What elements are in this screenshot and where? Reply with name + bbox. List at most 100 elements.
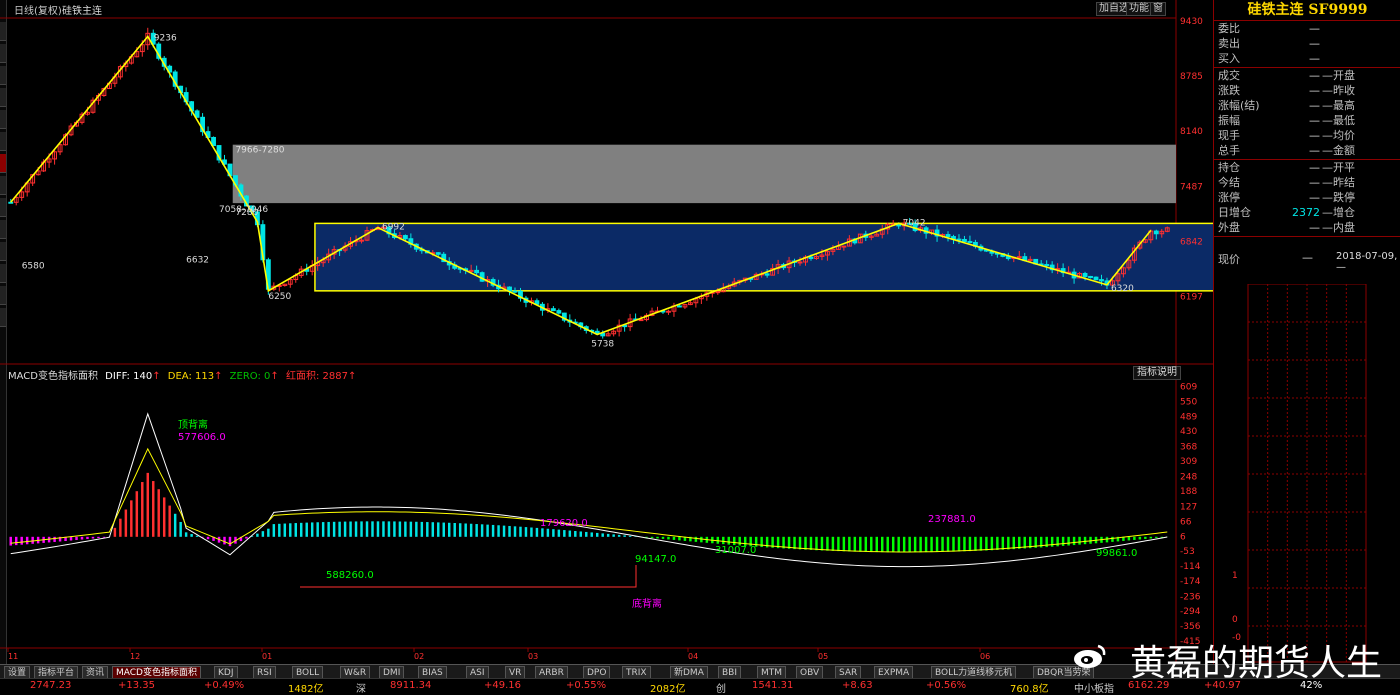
macd-tick-label: 489 [1180,412,1197,422]
dea-value: DEA: 113 [167,371,215,382]
quote-value: — [1309,129,1320,142]
x-tick-label: 12 [130,652,140,661]
indicator-explain-button[interactable]: 指标说明 [1133,366,1181,380]
quote-panel: 硅铁主连 SF9999 委比 — 卖出 — 买入 — 成交 — —开盘 涨跌 — —昨收 涨幅(结) — —… [1213,0,1400,664]
quote-label: 日增仓 [1218,206,1251,219]
macd-annotation: 577606.0 [178,432,226,443]
quote-value: — [1309,114,1320,127]
candle-body [1093,276,1099,281]
quote-label: 振幅 [1218,114,1240,127]
candle-body [677,305,682,308]
current-price-date: 2018-07-09,— [1336,251,1398,273]
price-annotation: 6250 [268,292,291,302]
macd-tick-label: 609 [1180,383,1197,393]
zero-value: ZERO: 0 [229,371,271,382]
macd-tick-label: 430 [1180,427,1197,437]
weibo-logo-icon [1074,644,1106,668]
candle-body [638,319,644,322]
quote-row: 持仓 — —开平 [1214,160,1400,175]
quote-value: — [1309,221,1320,234]
x-tick-label: 03 [528,652,538,661]
candle-body [402,235,408,240]
quote-value: — [1309,84,1320,97]
macd-tick-label: -236 [1180,592,1201,602]
status-item: +49.16 [484,680,522,691]
price-annotation: 6992 [382,223,405,233]
price-tick-label: 6842 [1180,237,1203,247]
macd-annotation: 94147.0 [635,554,676,565]
quote-row: 涨跌 — —昨收 [1214,83,1400,98]
price-annotation: 7966-7280 [235,146,284,156]
price-annotation: 6580 [22,262,45,272]
quote-label: 持仓 [1218,161,1240,174]
candle-body [841,245,847,248]
quote-label: 卖出 [1218,37,1240,50]
quote-label: 外盘 [1218,221,1240,234]
quote-label2: —最低 [1322,114,1355,127]
candle-body [1016,256,1022,259]
macd-annotation: 237881.0 [928,514,976,525]
quote-row: 涨停 — —跌停 [1214,190,1400,205]
status-item: +8.63 [842,680,873,691]
x-tick-label: 04 [688,652,698,661]
candle-body [1082,272,1088,277]
price-annotation: 7058-7046 [219,205,268,215]
candle-body [808,256,814,259]
price-tick-label: 6197 [1180,292,1203,302]
macd-annotation: 顶背离 [178,418,208,431]
macd-tick-label: 127 [1180,502,1197,512]
price-and-macd-chart[interactable]: 94308785814074876842619792367966-7280728… [0,0,1213,664]
quote-value: — [1309,99,1320,112]
status-item: +0.49% [204,680,245,691]
macd-tick-label: -356 [1180,622,1201,632]
quote-value: — [1309,176,1320,189]
quote-value: — [1309,69,1320,82]
candle-body [1153,230,1159,235]
price-annotation: 9236 [154,34,177,44]
quote-label: 今结 [1218,176,1240,189]
watermark-text: 黄磊的期货人生 [1130,643,1383,684]
macd-tick-label: -174 [1180,577,1201,587]
resistance-zone [232,144,1176,204]
quote-label2: —昨结 [1322,176,1355,189]
red-area-value: 红面积: 2887 [285,371,348,382]
quote-value: — [1309,52,1320,65]
candle-body [797,261,803,264]
candle-body [962,238,967,243]
quote-value: 2372 [1292,206,1320,219]
x-tick-label: 06 [980,652,990,661]
price-annotation: 5738 [591,339,614,349]
quote-row: 现手 — —均价 [1214,128,1400,143]
macd-tick-label: -294 [1180,607,1201,617]
quote-row: 日增仓 2372 —增仓 [1214,205,1400,220]
macd-tick-label: 248 [1180,472,1197,482]
quote-label: 涨跌 [1218,84,1240,97]
quote-label: 成交 [1218,69,1240,82]
candle-body [715,291,721,294]
x-tick-label: 05 [818,652,828,661]
candle-body [474,269,480,274]
macd-tick-label: -114 [1180,562,1201,572]
quote-row: 委比 — [1214,21,1400,36]
quote-label2: —跌停 [1322,191,1355,204]
quote-value: — [1309,22,1320,35]
quote-row: 卖出 — [1214,36,1400,51]
macd-title: MACD变色指标面积 [8,371,98,382]
grid-tick-label: 1 [1232,571,1238,581]
grid-tick-label: 0 [1232,615,1238,625]
quote-row: 涨幅(结) — —最高 [1214,98,1400,113]
quote-label2: —开平 [1322,161,1355,174]
macd-annotation: 底背离 [632,597,662,610]
quote-label: 委比 [1218,22,1240,35]
macd-tick-label: 309 [1180,457,1197,467]
macd-tick-label: 550 [1180,397,1197,407]
quote-label: 现手 [1218,129,1240,142]
candle-body [945,234,951,238]
quote-value: — [1309,161,1320,174]
status-item: 8911.34 [390,680,432,691]
quote-label: 买入 [1218,52,1240,65]
current-price-label: 现价 [1218,253,1240,266]
quote-label2: —昨收 [1322,84,1355,97]
macd-header: MACD变色指标面积 DIFF: 140↑ DEA: 113↑ ZERO: 0↑… [8,371,357,382]
macd-tick-label: 6 [1180,532,1186,542]
